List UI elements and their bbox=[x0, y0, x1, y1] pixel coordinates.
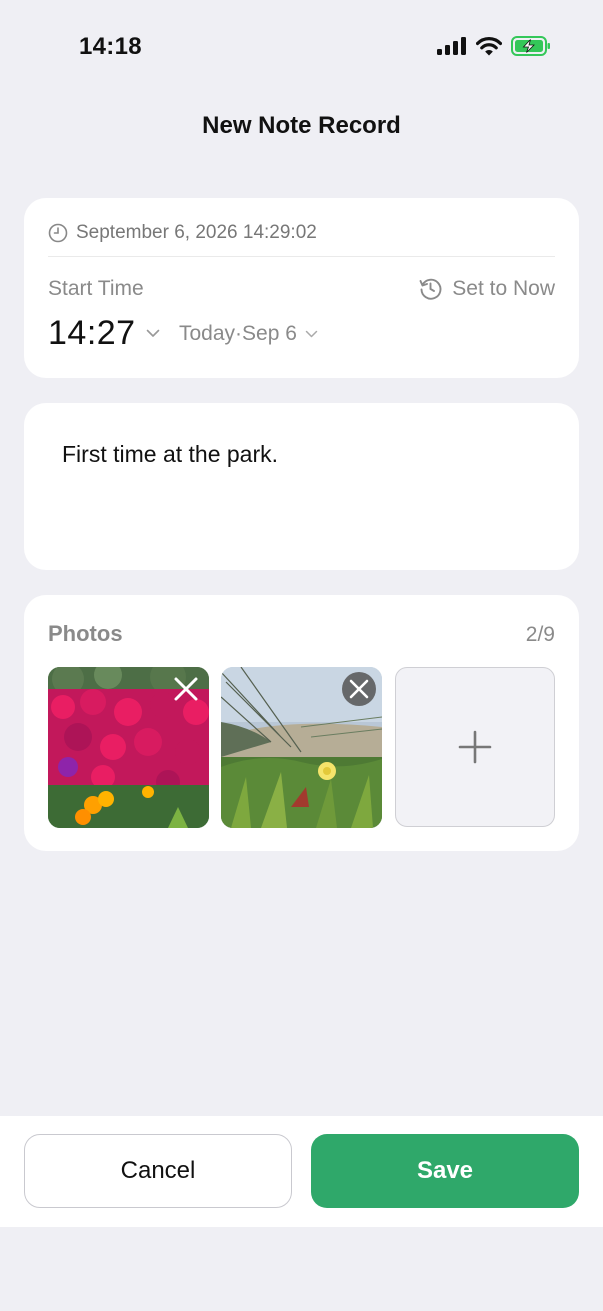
bottom-action-bar: Cancel Save bbox=[0, 1116, 603, 1227]
remove-photo-button[interactable] bbox=[341, 671, 377, 707]
start-date-picker[interactable]: Today·Sep 6 bbox=[179, 322, 318, 346]
history-icon bbox=[419, 278, 442, 300]
photos-count: 2/9 bbox=[525, 623, 555, 646]
note-text-area[interactable]: First time at the park. bbox=[24, 403, 579, 570]
remove-photo-button[interactable] bbox=[168, 671, 204, 707]
cancel-button[interactable]: Cancel bbox=[24, 1134, 292, 1208]
set-to-now-label: Set to Now bbox=[452, 276, 555, 300]
set-to-now-button[interactable]: Set to Now bbox=[418, 276, 555, 301]
timestamp-text: September 6, 2026 14:29:02 bbox=[76, 222, 317, 243]
new-note-screen: 14:18 New Note Record September 6, 2026 … bbox=[0, 0, 603, 1311]
status-time: 14:18 bbox=[79, 33, 142, 60]
start-time-value: 14:27 bbox=[48, 314, 136, 352]
battery-charging-icon bbox=[511, 36, 550, 56]
plus-icon bbox=[458, 730, 492, 764]
add-photo-button[interactable] bbox=[395, 667, 555, 827]
start-time-picker[interactable]: 14:27 bbox=[48, 314, 160, 353]
save-button[interactable]: Save bbox=[311, 1134, 579, 1208]
start-date-value: Today·Sep 6 bbox=[179, 322, 297, 345]
start-time-label: Start Time bbox=[48, 277, 144, 300]
photos-title: Photos bbox=[48, 621, 123, 646]
photo-thumbnail[interactable] bbox=[48, 667, 209, 828]
page-title: New Note Record bbox=[202, 112, 401, 139]
record-timestamp: September 6, 2026 14:29:02 bbox=[48, 222, 317, 244]
chevron-down-icon bbox=[305, 330, 318, 338]
photos-card: Photos 2/9 bbox=[24, 595, 579, 851]
clock-icon bbox=[48, 223, 68, 243]
cellular-signal-icon bbox=[437, 37, 466, 55]
note-text: First time at the park. bbox=[62, 441, 279, 467]
start-time-card: September 6, 2026 14:29:02 Start Time Se… bbox=[24, 198, 579, 378]
status-icons bbox=[437, 36, 551, 56]
divider bbox=[48, 256, 555, 257]
wifi-icon bbox=[476, 36, 502, 55]
chevron-down-icon bbox=[146, 329, 159, 337]
photo-thumbnail[interactable] bbox=[221, 667, 382, 828]
